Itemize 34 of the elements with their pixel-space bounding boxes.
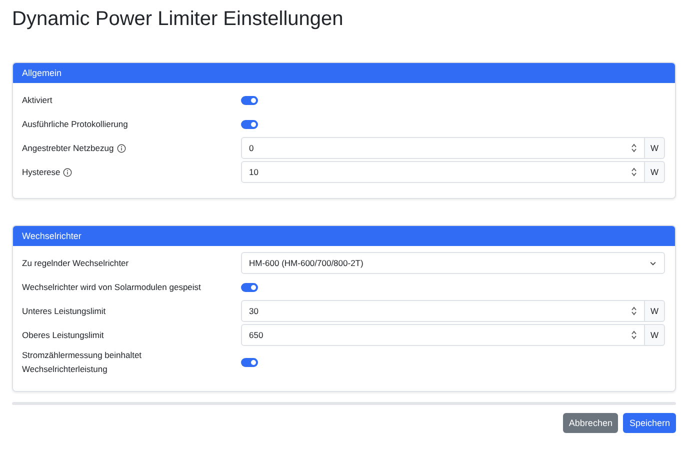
save-button[interactable]: Speichern — [623, 413, 676, 433]
unit-label: W — [645, 324, 665, 346]
toggle-switch[interactable] — [241, 96, 258, 104]
caret-icon — [649, 260, 657, 266]
field-label: Ausführliche Protokollierung — [22, 118, 128, 131]
spinner-icon[interactable] — [631, 330, 637, 340]
card-header: Wechselrichter — [13, 226, 675, 246]
field-label: Oberes Leistungslimit — [22, 329, 104, 342]
field-label: Wechselrichter wird von Solarmodulen gespeist — [22, 281, 201, 294]
card-header: Allgemein — [13, 63, 675, 83]
spinner-icon[interactable] — [631, 167, 637, 177]
page-title: Dynamic Power Limiter Einstellungen — [12, 7, 344, 31]
spinner-icon[interactable] — [631, 306, 637, 316]
field-label: Unteres Leistungslimit — [22, 305, 106, 318]
number-field[interactable]: 10 — [241, 161, 645, 183]
unit-label: W — [645, 300, 665, 322]
number-field[interactable]: 0 — [241, 137, 645, 159]
field-label: Angestrebter Netzbezug — [22, 142, 114, 155]
cancel-button[interactable]: Abbrechen — [562, 413, 618, 433]
field-label: Hysterese — [22, 166, 60, 179]
field-label: Stromzählermessung beinhaltet Wechselrichterleistung — [22, 349, 143, 376]
unit-label: W — [645, 137, 665, 159]
toggle-switch[interactable] — [241, 358, 258, 366]
unit-label: W — [645, 161, 665, 183]
info-icon[interactable] — [63, 168, 72, 176]
number-field[interactable]: 650 — [241, 324, 645, 346]
info-icon[interactable] — [116, 144, 126, 152]
toggle-switch[interactable] — [241, 282, 258, 292]
field-label: Aktiviert — [22, 94, 52, 107]
inverter-select[interactable]: HM-600 (HM-600/700/800-2T) — [241, 252, 665, 274]
spinner-icon[interactable] — [631, 143, 637, 153]
number-field[interactable]: 30 — [241, 300, 645, 322]
field-label: Zu regelnder Wechselrichter — [22, 257, 129, 270]
toggle-switch[interactable] — [241, 120, 258, 128]
